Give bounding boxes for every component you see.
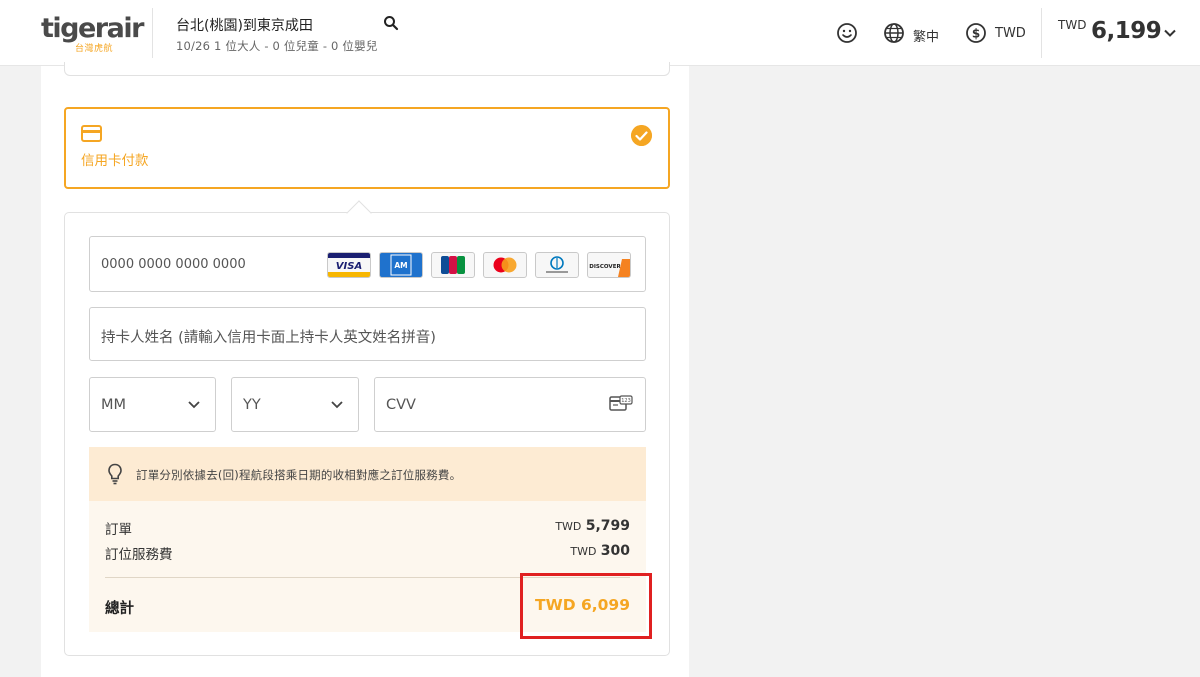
total-label: 總計: [105, 601, 134, 617]
expiry-month-placeholder: MM: [101, 397, 127, 413]
card-holder-placeholder: 持卡人姓名 (請輸入信用卡面上持卡人英文姓名拼音): [101, 330, 436, 346]
cvv-input[interactable]: CVV 123: [374, 377, 646, 432]
svg-text:VISA: VISA: [336, 261, 362, 272]
summary-label: 訂位服務費: [105, 547, 173, 563]
card-holder-input[interactable]: 持卡人姓名 (請輸入信用卡面上持卡人英文姓名拼音): [89, 307, 646, 361]
expiry-month-select[interactable]: MM: [89, 377, 216, 432]
header-divider-right: [1041, 8, 1042, 58]
previous-section-card: [64, 62, 670, 76]
svg-text:DISCOVER: DISCOVER: [589, 264, 621, 270]
header-price-currency: TWD: [1058, 18, 1087, 32]
tigerair-logo[interactable]: tigerair 台灣虎航: [41, 13, 144, 55]
globe-icon[interactable]: [883, 22, 905, 44]
payment-method-label: 信用卡付款: [81, 153, 149, 169]
summary-row-service-fee: 訂位服務費 TWD 300: [105, 543, 630, 563]
card-number-placeholder: 0000 0000 0000 0000: [101, 257, 246, 272]
credit-card-icon: [81, 125, 102, 142]
credit-card-payment-option[interactable]: 信用卡付款: [64, 107, 670, 189]
language-selector[interactable]: 繁中: [913, 26, 939, 45]
flight-passengers: 10/26 1 位大人 - 0 位兒童 - 0 位嬰兒: [176, 39, 378, 53]
service-fee-notice: 訂單分別依據去(回)程航段搭乘日期的收相對應之訂位服務費。: [89, 447, 646, 501]
dollar-icon[interactable]: $: [965, 22, 987, 44]
cvv-card-icon: 123: [609, 395, 633, 411]
lightbulb-icon: [108, 463, 122, 485]
chevron-down-icon: [331, 401, 343, 409]
check-icon: [631, 125, 652, 146]
svg-text:AM: AM: [394, 261, 407, 270]
expiry-year-select[interactable]: YY: [231, 377, 359, 432]
form-notch: [346, 200, 372, 226]
total-highlight-box: [520, 573, 652, 639]
summary-amount: TWD 5,799: [555, 518, 630, 534]
summary-label: 訂單: [105, 522, 132, 538]
amex-icon: AM: [379, 252, 423, 278]
header-price-total[interactable]: 6,199: [1091, 18, 1162, 44]
discover-icon: DISCOVER: [587, 252, 631, 278]
chevron-down-icon: [188, 401, 200, 409]
summary-amount: TWD 300: [570, 543, 630, 559]
summary-row-order: 訂單 TWD 5,799: [105, 518, 630, 538]
search-icon[interactable]: [383, 15, 399, 31]
notice-text: 訂單分別依據去(回)程航段搭乘日期的收相對應之訂位服務費。: [136, 468, 462, 482]
diners-club-icon: [535, 252, 579, 278]
header-divider: [152, 8, 153, 58]
logo-subtitle: 台灣虎航: [75, 44, 114, 54]
currency-selector[interactable]: TWD: [995, 26, 1026, 41]
svg-text:$: $: [972, 27, 980, 41]
flight-route: 台北(桃園)到東京成田: [176, 18, 313, 34]
card-number-input[interactable]: 0000 0000 0000 0000 VISA AM DISCOVER: [89, 236, 646, 292]
card-brands: VISA AM DISCOVER: [327, 252, 631, 278]
visa-icon: VISA: [327, 252, 371, 278]
top-header: tigerair 台灣虎航 台北(桃園)到東京成田 10/26 1 位大人 - …: [0, 0, 1200, 66]
smiley-icon[interactable]: [836, 22, 858, 44]
cvv-placeholder: CVV: [386, 397, 416, 413]
svg-text:123: 123: [621, 398, 631, 404]
mastercard-icon: [483, 252, 527, 278]
expiry-year-placeholder: YY: [243, 397, 261, 413]
jcb-icon: [431, 252, 475, 278]
chevron-down-icon[interactable]: [1163, 26, 1177, 40]
logo-wordmark: tigerair: [41, 13, 144, 44]
